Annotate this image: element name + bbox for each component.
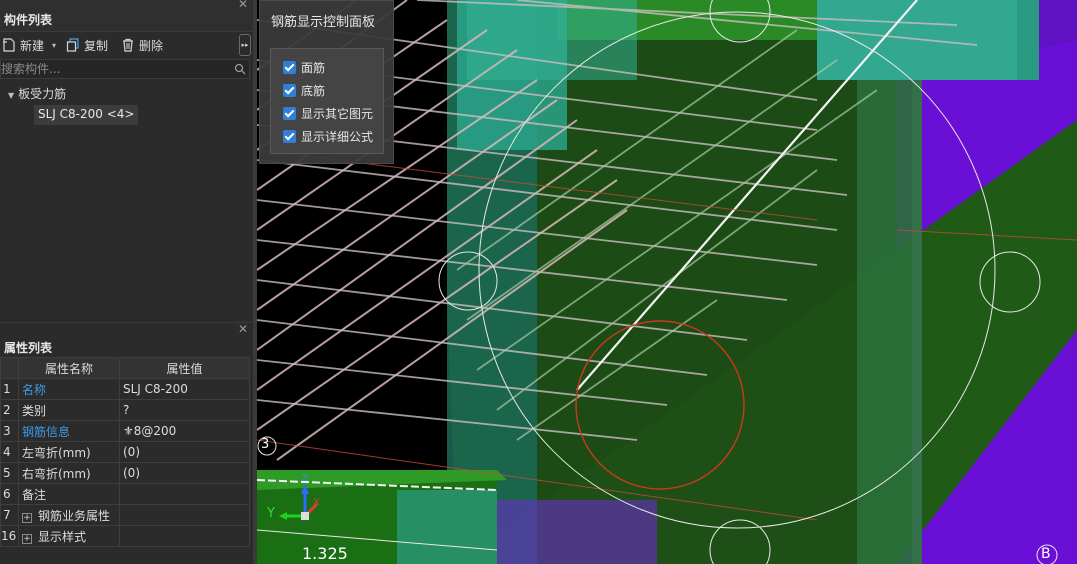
option-label: 底筋	[301, 83, 326, 98]
row-index: 6	[0, 483, 19, 505]
table-header-index	[0, 357, 19, 379]
trash-icon	[121, 38, 135, 52]
delete-label: 删除	[139, 38, 164, 53]
row-name-label: 显示样式	[38, 529, 87, 544]
axis-y-label: Y	[267, 506, 275, 521]
row-value[interactable]: SLJ C8-200	[119, 378, 250, 400]
bottom-rebar-option[interactable]: 底筋	[283, 81, 325, 99]
row-name: 钢筋信息	[18, 420, 120, 442]
new-button[interactable]: 新建 ▾	[2, 36, 56, 54]
new-doc-icon	[2, 38, 16, 52]
row-name-expandable[interactable]: + 钢筋业务属性	[18, 504, 120, 526]
close-icon[interactable]: ✕	[237, 323, 249, 335]
new-label: 新建	[20, 38, 45, 53]
property-list-panel: 属性列表 ✕ 属性名称 属性值 1 名称 SLJ C8-200 2 类别 ? 3…	[0, 322, 253, 564]
option-label: 显示其它图元	[301, 106, 374, 121]
copy-label: 复制	[84, 38, 109, 53]
row-index: 4	[0, 441, 19, 463]
table-header-value: 属性值	[119, 357, 250, 379]
table-row[interactable]: 4 左弯折(mm) (0)	[0, 441, 250, 463]
close-icon[interactable]: ✕	[237, 0, 249, 10]
table-row[interactable]: 1 名称 SLJ C8-200	[0, 378, 250, 400]
axis-marker-left: 3	[261, 437, 270, 452]
chevron-down-icon[interactable]: ▼	[8, 91, 14, 100]
table-header-row: 属性名称 属性值	[0, 357, 250, 379]
left-panel: 构件列表 ✕ 新建 ▾ 复制 删除 ▸▸ 搜索构件... ▼ 板受力筋 SLJ …	[0, 0, 255, 564]
tree-group-label: 板受力筋	[18, 87, 67, 101]
control-options-box: 面筋 底筋 显示其它图元 显示详细公式	[270, 48, 384, 154]
copy-button[interactable]: 复制	[66, 36, 108, 54]
option-label: 显示详细公式	[301, 129, 374, 144]
dropdown-arrow-icon[interactable]: ▾	[52, 41, 56, 50]
checkbox-checked-icon[interactable]	[283, 129, 296, 143]
copy-icon	[66, 38, 80, 52]
row-index: 5	[0, 462, 19, 484]
component-list-header: 构件列表 ✕	[0, 0, 253, 32]
row-value[interactable]: ⚜8@200	[119, 420, 250, 442]
expand-plus-icon[interactable]: +	[22, 533, 32, 544]
expand-plus-icon[interactable]: +	[22, 512, 32, 523]
axis-x-label: X	[313, 497, 320, 508]
rebar-display-control-panel: 钢筋显示控制面板 面筋 底筋 显示其它图元 显示详细公式	[259, 0, 394, 164]
component-list-panel: 构件列表 ✕ 新建 ▾ 复制 删除 ▸▸ 搜索构件... ▼ 板受力筋 SLJ …	[0, 0, 253, 320]
axis-z-label: Z	[302, 474, 309, 484]
row-value[interactable]: (0)	[119, 441, 250, 463]
table-row[interactable]: 3 钢筋信息 ⚜8@200	[0, 420, 250, 442]
row-index: 7	[0, 504, 19, 526]
property-table: 属性名称 属性值 1 名称 SLJ C8-200 2 类别 ? 3 钢筋信息 ⚜…	[0, 357, 250, 547]
tree-group-rebar[interactable]: ▼ 板受力筋	[8, 85, 66, 102]
row-name: 左弯折(mm)	[18, 441, 120, 463]
table-row[interactable]: 7 + 钢筋业务属性	[0, 504, 250, 526]
top-rebar-option[interactable]: 面筋	[283, 58, 325, 76]
row-name-expandable[interactable]: + 显示样式	[18, 525, 120, 547]
table-row[interactable]: 2 类别 ?	[0, 399, 250, 421]
row-index: 1	[0, 378, 19, 400]
search-box	[0, 59, 250, 79]
row-name: 类别	[18, 399, 120, 421]
control-panel-title: 钢筋显示控制面板	[271, 15, 376, 30]
checkbox-checked-icon[interactable]	[283, 60, 296, 74]
row-value[interactable]	[119, 483, 250, 505]
property-list-title: 属性列表	[4, 341, 53, 355]
component-toolbar: 新建 ▾ 复制 删除 ▸▸	[0, 32, 253, 58]
checkbox-checked-icon[interactable]	[283, 106, 296, 120]
search-icon[interactable]	[234, 63, 246, 75]
row-value[interactable]: (0)	[119, 462, 250, 484]
row-value[interactable]	[119, 525, 250, 547]
show-detailed-formula-option[interactable]: 显示详细公式	[283, 127, 373, 145]
option-label: 面筋	[301, 60, 326, 75]
delete-button[interactable]: 删除	[121, 36, 163, 54]
checkbox-checked-icon[interactable]	[283, 83, 296, 97]
collapse-panel-button[interactable]: ▸▸	[239, 34, 251, 56]
tree-item-selected[interactable]: SLJ C8-200 <4>	[34, 105, 139, 125]
row-name-label: 钢筋业务属性	[38, 508, 111, 523]
dimension-label: 1.325	[302, 544, 348, 563]
row-index: 2	[0, 399, 19, 421]
row-index: 3	[0, 420, 19, 442]
component-list-title: 构件列表	[4, 13, 53, 27]
show-other-elements-option[interactable]: 显示其它图元	[283, 104, 373, 122]
axis-marker-right: B	[1041, 546, 1051, 562]
table-header-name: 属性名称	[18, 357, 120, 379]
row-value[interactable]: ?	[119, 399, 250, 421]
row-value[interactable]	[119, 504, 250, 526]
3d-viewport[interactable]: 3 B 1.325 Y X Z 钢筋显示控制面板 面筋 底筋 显示其它图元 显示…	[257, 0, 1077, 564]
table-row[interactable]: 5 右弯折(mm) (0)	[0, 462, 250, 484]
row-index: 16	[0, 525, 19, 547]
search-input[interactable]	[1, 60, 229, 78]
table-row[interactable]: 6 备注	[0, 483, 250, 505]
row-name: 右弯折(mm)	[18, 462, 120, 484]
row-name: 备注	[18, 483, 120, 505]
row-name: 名称	[18, 378, 120, 400]
table-row[interactable]: 16 + 显示样式	[0, 525, 250, 547]
